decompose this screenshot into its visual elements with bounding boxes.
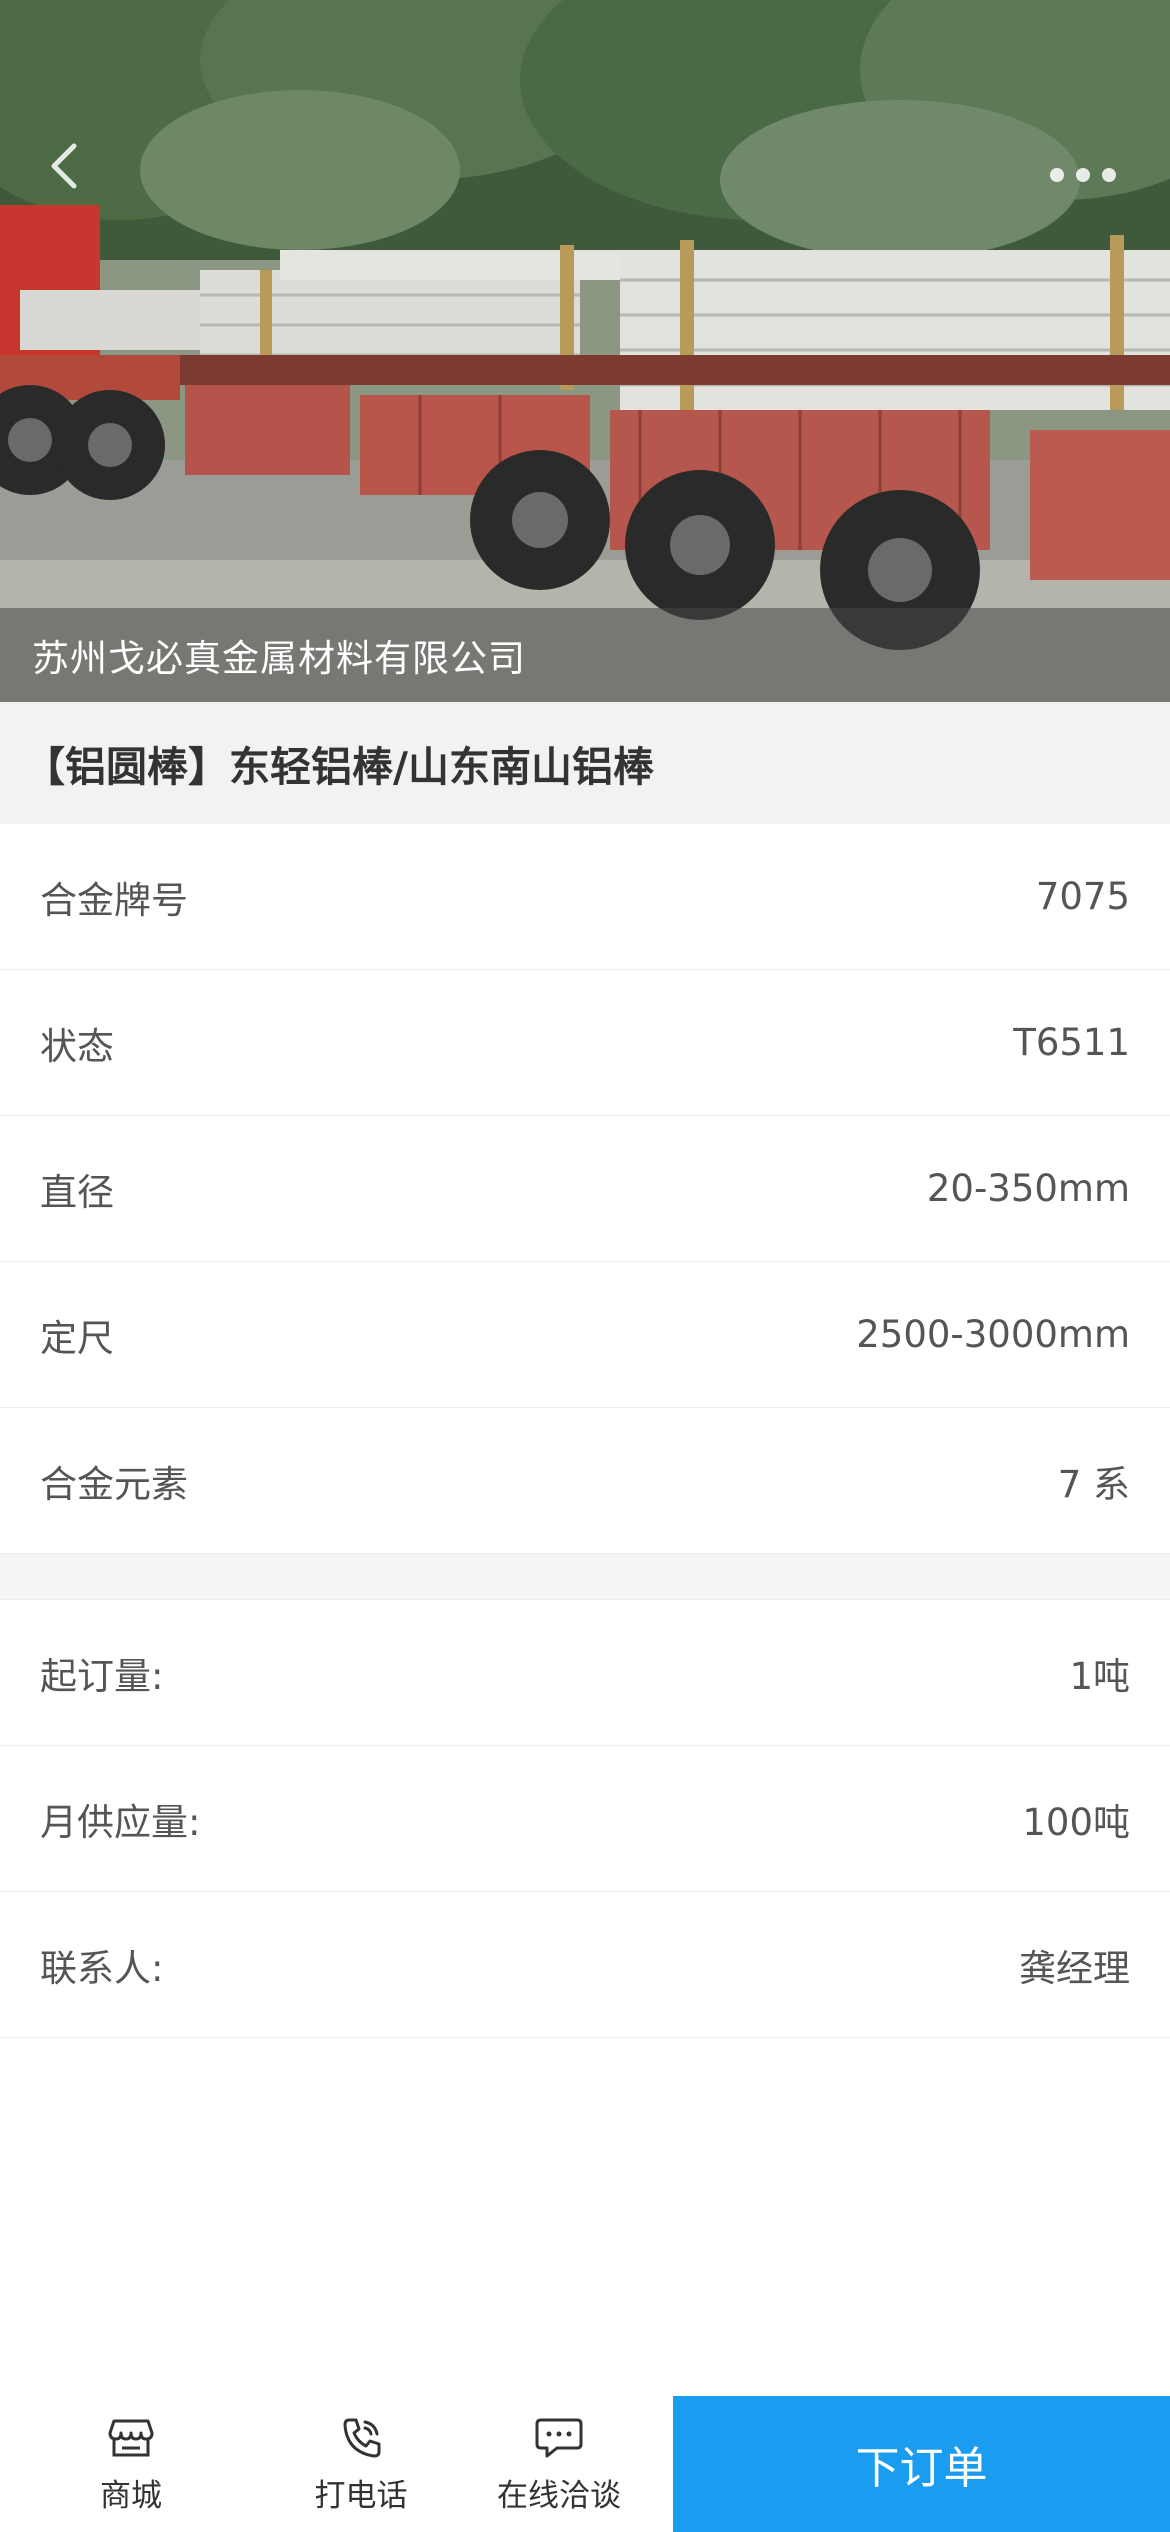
product-title-bar: 【铝圆棒】东轻铝棒/山东南山铝棒 [0, 702, 1170, 824]
company-name: 苏州戈必真金属材料有限公司 [32, 637, 526, 680]
order-info-list: 起订量: 1吨 月供应量: 100吨 联系人: 龚经理 [0, 1600, 1170, 2038]
product-detail-page: 苏州戈必真金属材料有限公司 【铝圆棒】东轻铝棒/山东南山铝棒 合金牌号 7075… [0, 0, 1170, 2532]
place-order-button[interactable]: 下订单 [673, 2396, 1170, 2532]
info-label: 起订量: [40, 1654, 164, 1698]
product-photo: 苏州戈必真金属材料有限公司 [0, 0, 1170, 702]
info-row-min-order: 起订量: 1吨 [0, 1600, 1170, 1746]
spec-value: T6511 [1013, 1021, 1130, 1064]
info-value: 1吨 [1069, 1654, 1130, 1698]
info-value: 龚经理 [1019, 1946, 1130, 1990]
spec-row-alloy-grade: 合金牌号 7075 [0, 824, 1170, 970]
spec-value: 7 系 [1057, 1462, 1130, 1506]
shop-icon [107, 2414, 155, 2462]
more-dots-icon [1050, 168, 1064, 182]
info-row-monthly-supply: 月供应量: 100吨 [0, 1746, 1170, 1892]
section-divider [0, 1554, 1170, 1600]
shop-label: 商城 [100, 2477, 162, 2514]
info-label: 月供应量: [40, 1800, 201, 1844]
chevron-left-icon [51, 143, 77, 189]
more-dot [1102, 168, 1116, 182]
company-banner: 苏州戈必真金属材料有限公司 [0, 608, 1170, 702]
call-label: 打电话 [314, 2477, 408, 2514]
bottom-action-bar: 商城 打电话 在线洽谈 下订单 [0, 2396, 1170, 2532]
online-chat-label: 在线洽谈 [497, 2477, 621, 2514]
spec-label: 定尺 [40, 1316, 114, 1360]
spec-value: 7075 [1035, 875, 1130, 918]
back-button[interactable] [44, 140, 114, 210]
info-label: 联系人: [40, 1946, 164, 1990]
spec-row-temper: 状态 T6511 [0, 970, 1170, 1116]
spec-row-alloy-element: 合金元素 7 系 [0, 1408, 1170, 1554]
truck-photo-illustration [0, 0, 1170, 702]
spec-value: 20-350mm [926, 1167, 1130, 1210]
spec-label: 合金元素 [40, 1462, 188, 1506]
spec-value: 2500-3000mm [856, 1313, 1130, 1356]
info-row-contact: 联系人: 龚经理 [0, 1892, 1170, 2038]
chat-icon [535, 2414, 583, 2462]
online-chat-button[interactable]: 在线洽谈 [460, 2396, 658, 2532]
spec-label: 合金牌号 [40, 878, 188, 922]
phone-icon [337, 2414, 385, 2462]
info-value: 100吨 [1022, 1800, 1130, 1844]
shop-button[interactable]: 商城 [0, 2396, 262, 2532]
product-title: 【铝圆棒】东轻铝棒/山东南山铝棒 [24, 743, 654, 791]
call-button[interactable]: 打电话 [262, 2396, 460, 2532]
spec-row-fixed-length: 定尺 2500-3000mm [0, 1262, 1170, 1408]
spec-row-diameter: 直径 20-350mm [0, 1116, 1170, 1262]
spec-label: 状态 [40, 1024, 114, 1068]
spec-label: 直径 [40, 1170, 114, 1214]
more-dot [1076, 168, 1090, 182]
spec-list: 合金牌号 7075 状态 T6511 直径 20-350mm 定尺 2500-3… [0, 824, 1170, 1554]
more-options-button[interactable] [1038, 150, 1128, 200]
